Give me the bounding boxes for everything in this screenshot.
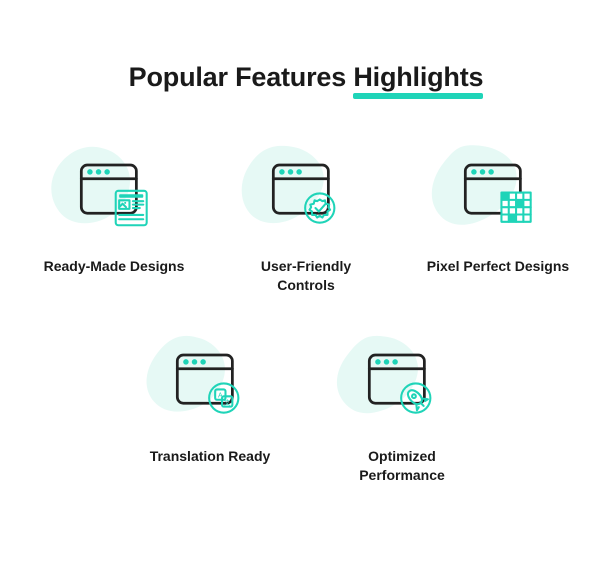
feature-card: User-Friendly Controls: [231, 153, 381, 295]
ready-made-designs-icon: [71, 153, 157, 239]
feature-card: Ready-Made Designs: [39, 153, 189, 295]
feature-label: Optimized Performance: [327, 447, 477, 485]
feature-label: User-Friendly Controls: [231, 257, 381, 295]
feature-label: Pixel Perfect Designs: [427, 257, 569, 276]
feature-label: Translation Ready: [150, 447, 271, 466]
title-highlight: Highlights: [353, 62, 483, 93]
page-title: Popular Features Highlights: [129, 62, 484, 93]
pixel-perfect-designs-icon: [455, 153, 541, 239]
feature-card: Pixel Perfect Designs: [423, 153, 573, 295]
feature-card: A 文 Translation Ready: [135, 343, 285, 485]
translation-ready-icon: A 文: [167, 343, 253, 429]
svg-text:文: 文: [224, 397, 231, 406]
user-friendly-controls-icon: [263, 153, 349, 239]
optimized-performance-icon: [359, 343, 445, 429]
feature-card: Optimized Performance: [327, 343, 477, 485]
features-grid: Ready-Made Designs: [0, 153, 612, 485]
title-prefix: Popular Features: [129, 62, 354, 92]
feature-label: Ready-Made Designs: [44, 257, 185, 276]
